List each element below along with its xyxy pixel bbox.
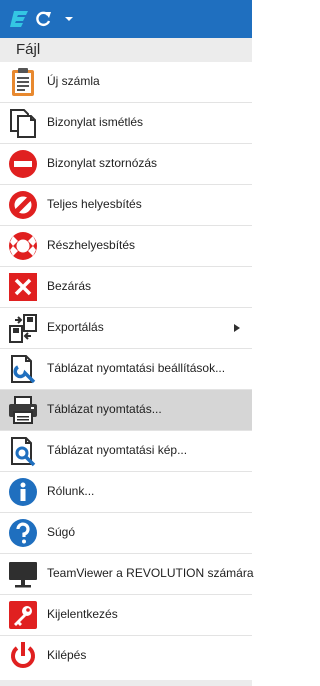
menu-item-label: Táblázat nyomtatási beállítások... [47, 361, 226, 375]
title-bar [0, 0, 252, 38]
menu-item-print[interactable]: Táblázat nyomtatás... [0, 390, 252, 430]
print-settings-icon [11, 355, 36, 384]
refresh-icon[interactable] [34, 9, 52, 29]
menu-item-new-invoice[interactable]: Új számla [0, 62, 252, 102]
monitor-icon [9, 562, 37, 588]
export-icon [9, 314, 37, 343]
menu-item-label: Súgó [47, 525, 76, 539]
no-entry-icon [9, 150, 37, 178]
chevron-right-icon [234, 324, 240, 332]
menu-item-print-settings[interactable]: Táblázat nyomtatási beállítások... [0, 349, 252, 389]
menu-item-label: Táblázat nyomtatás... [47, 402, 162, 416]
menu-item-label: Kijelentkezés [47, 607, 118, 621]
menu-item-teamviewer[interactable]: TeamViewer a REVOLUTION számára [0, 554, 254, 594]
app-logo-icon[interactable] [10, 9, 30, 29]
menu-item-label: Új számla [47, 74, 100, 88]
prohibited-icon [9, 191, 37, 219]
menu-item-label: TeamViewer a REVOLUTION számára [47, 566, 254, 580]
menu-footer [0, 680, 252, 686]
print-preview-icon [11, 437, 36, 467]
menu-item-logout[interactable]: Kijelentkezés [0, 595, 252, 635]
menu-item-label: Exportálás [47, 320, 104, 334]
key-icon [9, 601, 37, 629]
power-icon [11, 642, 35, 668]
menu-item-repeat-document[interactable]: Bizonylat ismétlés [0, 103, 252, 143]
printer-icon [9, 396, 37, 424]
menu-item-print-preview[interactable]: Táblázat nyomtatási kép... [0, 431, 252, 471]
file-menu-header[interactable]: Fájl [0, 38, 252, 62]
menu-item-full-correction[interactable]: Teljes helyesbítés [0, 185, 252, 225]
menu-item-label: Teljes helyesbítés [47, 197, 142, 211]
info-icon [9, 478, 37, 506]
lifebuoy-icon [9, 232, 37, 260]
menu-item-label: Részhelyesbítés [47, 238, 136, 252]
caret-down-icon[interactable] [64, 15, 74, 23]
menu-item-about[interactable]: Rólunk... [0, 472, 252, 512]
menu-item-label: Kilépés [47, 648, 87, 662]
menu-item-label: Bizonylat ismétlés [47, 115, 144, 129]
menu-item-label: Bezárás [47, 279, 92, 293]
menu-item-exit[interactable]: Kilépés [0, 636, 252, 676]
file-menu: Új számla Bizonylat ismétlés Bizonylat s… [0, 62, 254, 680]
menu-item-cancel-document[interactable]: Bizonylat sztornózás [0, 144, 252, 184]
menu-item-label: Bizonylat sztornózás [47, 156, 158, 170]
menu-item-partial-correction[interactable]: Részhelyesbítés [0, 226, 252, 266]
menu-item-help[interactable]: Súgó [0, 513, 252, 553]
close-icon [9, 273, 37, 301]
menu-item-close[interactable]: Bezárás [0, 267, 252, 307]
copy-icon [10, 109, 36, 138]
clipboard-icon [12, 68, 34, 96]
menu-item-label: Táblázat nyomtatási kép... [47, 443, 188, 457]
help-icon [9, 519, 37, 547]
menu-item-label: Rólunk... [47, 484, 95, 498]
menu-header-label: Fájl [16, 41, 41, 58]
menu-item-export[interactable]: Exportálás [0, 308, 252, 348]
